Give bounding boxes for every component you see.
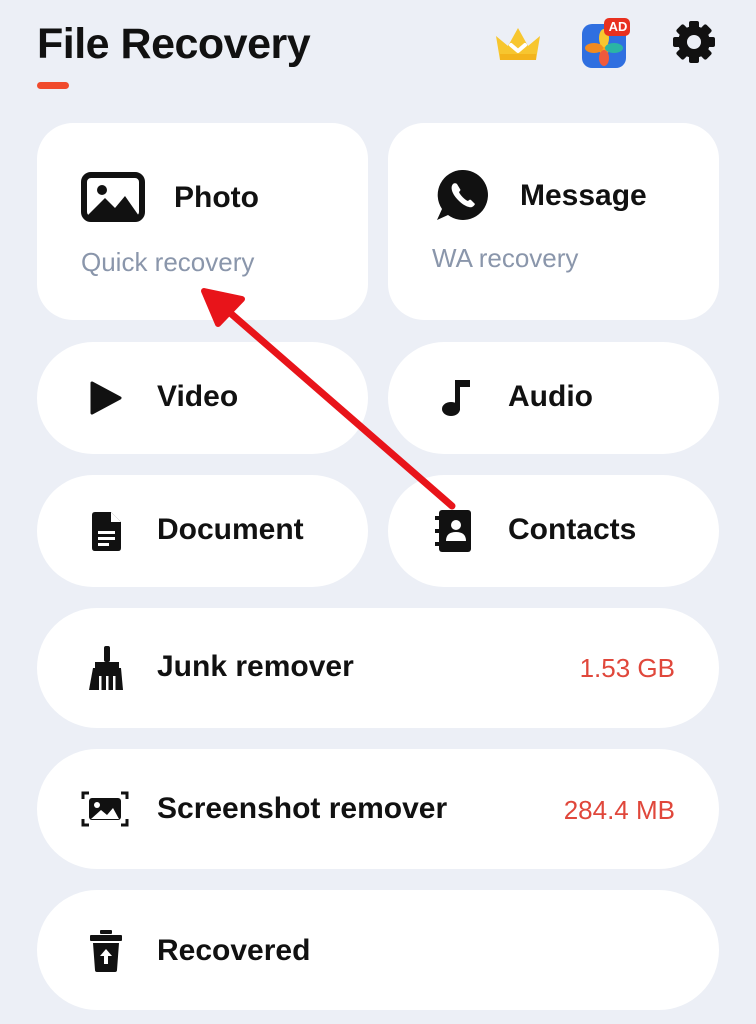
app-header: File Recovery AD	[0, 0, 756, 110]
music-note-icon	[442, 380, 470, 416]
play-icon	[90, 381, 122, 415]
audio-recovery-card[interactable]: Audio	[388, 342, 719, 454]
message-recovery-card[interactable]: Message WA recovery	[388, 123, 719, 320]
video-card-title: Video	[157, 380, 239, 413]
recovered-title: Recovered	[157, 934, 311, 967]
photo-card-title: Photo	[174, 181, 259, 214]
title-underline	[37, 82, 69, 89]
broom-icon	[89, 646, 123, 690]
contacts-card-title: Contacts	[508, 513, 637, 546]
audio-card-title: Audio	[508, 380, 593, 413]
contacts-recovery-card[interactable]: Contacts	[388, 475, 719, 587]
whatsapp-icon	[437, 169, 488, 220]
video-recovery-card[interactable]: Video	[37, 342, 368, 454]
document-card-title: Document	[157, 513, 304, 546]
ad-badge: AD	[608, 19, 628, 34]
screenshot-icon	[81, 791, 129, 827]
photo-card-subtitle: Quick recovery	[81, 247, 255, 277]
trash-restore-icon	[90, 930, 122, 972]
document-recovery-card[interactable]: Document	[37, 475, 368, 587]
page-title: File Recovery	[37, 20, 311, 68]
junk-size-value: 1.53 GB	[579, 653, 675, 683]
junk-remover-title: Junk remover	[157, 650, 354, 683]
ad-app-button[interactable]: AD	[580, 18, 632, 70]
document-icon	[92, 512, 121, 551]
message-card-subtitle: WA recovery	[432, 243, 579, 273]
gear-icon	[673, 21, 715, 63]
image-icon	[81, 172, 145, 222]
junk-remover-row[interactable]: Junk remover 1.53 GB	[37, 608, 719, 728]
photo-recovery-card[interactable]: Photo Quick recovery	[37, 123, 368, 320]
screenshot-remover-row[interactable]: Screenshot remover 284.4 MB	[37, 749, 719, 869]
premium-crown-button[interactable]	[492, 18, 544, 70]
screenshot-remover-title: Screenshot remover	[157, 792, 448, 825]
screenshot-size-value: 284.4 MB	[563, 795, 675, 825]
crown-icon	[496, 28, 540, 60]
settings-button[interactable]	[668, 18, 720, 70]
contacts-book-icon	[435, 510, 471, 552]
recovered-row[interactable]: Recovered	[37, 890, 719, 1010]
message-card-title: Message	[520, 179, 647, 212]
